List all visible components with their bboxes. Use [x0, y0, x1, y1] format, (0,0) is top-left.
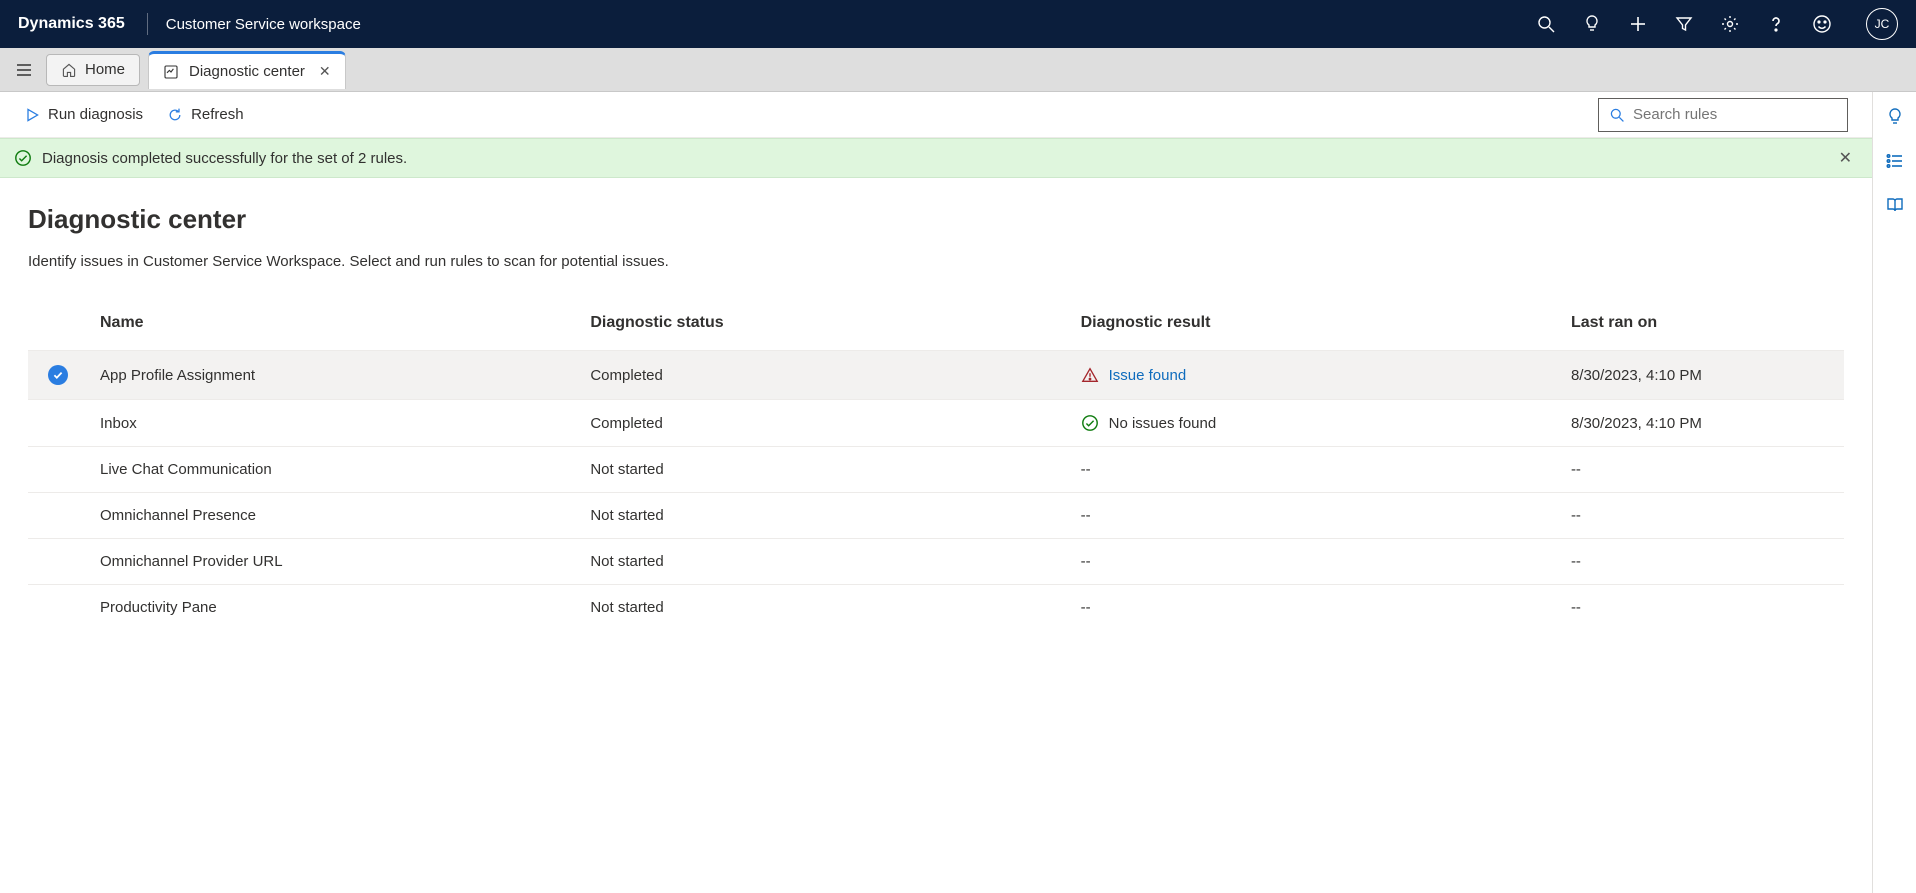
table-row[interactable]: Omnichannel Provider URLNot started---- — [28, 539, 1844, 585]
search-icon — [1609, 107, 1625, 123]
row-lastran: -- — [1559, 539, 1844, 585]
success-icon — [1081, 414, 1099, 432]
col-name[interactable]: Name — [88, 302, 578, 351]
workspace-name[interactable]: Customer Service workspace — [166, 16, 361, 33]
row-name: Omnichannel Provider URL — [88, 539, 578, 585]
face-icon[interactable] — [1812, 14, 1832, 34]
row-select[interactable] — [28, 351, 88, 400]
table-row[interactable]: Live Chat CommunicationNot started---- — [28, 447, 1844, 493]
command-bar: Run diagnosis Refresh — [0, 92, 1872, 138]
notification-success: Diagnosis completed successfully for the… — [0, 138, 1872, 178]
row-status: Not started — [578, 585, 1068, 631]
tab-home[interactable]: Home — [46, 54, 140, 86]
row-result: -- — [1069, 539, 1559, 585]
row-select[interactable] — [28, 493, 88, 539]
notification-message: Diagnosis completed successfully for the… — [42, 150, 407, 167]
row-name: Productivity Pane — [88, 585, 578, 631]
col-lastran[interactable]: Last ran on — [1559, 302, 1844, 351]
row-result: -- — [1069, 493, 1559, 539]
table-row[interactable]: Productivity PaneNot started---- — [28, 585, 1844, 631]
refresh-button[interactable]: Refresh — [167, 106, 244, 123]
row-status: Not started — [578, 539, 1068, 585]
gear-icon[interactable] — [1720, 14, 1740, 34]
book-icon[interactable] — [1884, 194, 1906, 216]
row-lastran: 8/30/2023, 4:10 PM — [1559, 400, 1844, 447]
row-lastran: 8/30/2023, 4:10 PM — [1559, 351, 1844, 400]
row-name: App Profile Assignment — [88, 351, 578, 400]
row-select[interactable] — [28, 585, 88, 631]
row-name: Live Chat Communication — [88, 447, 578, 493]
app-title[interactable]: Dynamics 365 — [18, 15, 125, 33]
page-title: Diagnostic center — [28, 204, 1844, 235]
row-select[interactable] — [28, 447, 88, 493]
row-result: No issues found — [1069, 400, 1559, 447]
home-icon — [61, 62, 77, 78]
lightbulb-icon[interactable] — [1884, 106, 1906, 128]
refresh-icon — [167, 107, 183, 123]
diagnostic-table: Name Diagnostic status Diagnostic result… — [28, 302, 1844, 630]
table-row[interactable]: Omnichannel PresenceNot started---- — [28, 493, 1844, 539]
row-select[interactable] — [28, 539, 88, 585]
row-status: Completed — [578, 351, 1068, 400]
user-avatar[interactable]: JC — [1866, 8, 1898, 40]
hamburger-icon[interactable] — [10, 56, 38, 84]
warning-icon — [1081, 366, 1099, 384]
row-status: Not started — [578, 447, 1068, 493]
run-diagnosis-label: Run diagnosis — [48, 106, 143, 123]
page-description: Identify issues in Customer Service Work… — [28, 253, 1844, 270]
run-diagnosis-button[interactable]: Run diagnosis — [24, 106, 143, 123]
row-name: Omnichannel Presence — [88, 493, 578, 539]
table-row[interactable]: App Profile AssignmentCompletedIssue fou… — [28, 351, 1844, 400]
row-result: -- — [1069, 585, 1559, 631]
tab-active-label: Diagnostic center — [189, 63, 305, 80]
row-name: Inbox — [88, 400, 578, 447]
tabs-bar: Home Diagnostic center ✕ — [0, 48, 1916, 92]
row-select[interactable] — [28, 400, 88, 447]
divider — [147, 13, 148, 35]
search-icon[interactable] — [1536, 14, 1556, 34]
help-icon[interactable] — [1766, 14, 1786, 34]
row-status: Completed — [578, 400, 1068, 447]
close-notification-icon[interactable]: ✕ — [1833, 148, 1858, 168]
col-select — [28, 302, 88, 351]
row-result: -- — [1069, 447, 1559, 493]
row-lastran: -- — [1559, 493, 1844, 539]
success-icon — [14, 149, 32, 167]
close-tab-icon[interactable]: ✕ — [315, 63, 335, 80]
search-rules-box[interactable] — [1598, 98, 1848, 132]
col-result[interactable]: Diagnostic result — [1069, 302, 1559, 351]
plus-icon[interactable] — [1628, 14, 1648, 34]
table-row[interactable]: InboxCompletedNo issues found8/30/2023, … — [28, 400, 1844, 447]
lightbulb-icon[interactable] — [1582, 14, 1602, 34]
tab-home-label: Home — [85, 61, 125, 78]
side-pane — [1872, 92, 1916, 893]
refresh-label: Refresh — [191, 106, 244, 123]
check-icon — [48, 365, 68, 385]
play-icon — [24, 107, 40, 123]
app-header: Dynamics 365 Customer Service workspace … — [0, 0, 1916, 48]
page-content: Diagnostic center Identify issues in Cus… — [0, 178, 1872, 893]
filter-icon[interactable] — [1674, 14, 1694, 34]
search-rules-input[interactable] — [1633, 106, 1837, 123]
diagnostic-icon — [163, 64, 179, 80]
row-lastran: -- — [1559, 585, 1844, 631]
row-lastran: -- — [1559, 447, 1844, 493]
row-result[interactable]: Issue found — [1069, 351, 1559, 400]
tab-diagnostic-center[interactable]: Diagnostic center ✕ — [148, 51, 346, 89]
row-status: Not started — [578, 493, 1068, 539]
col-status[interactable]: Diagnostic status — [578, 302, 1068, 351]
list-icon[interactable] — [1884, 150, 1906, 172]
